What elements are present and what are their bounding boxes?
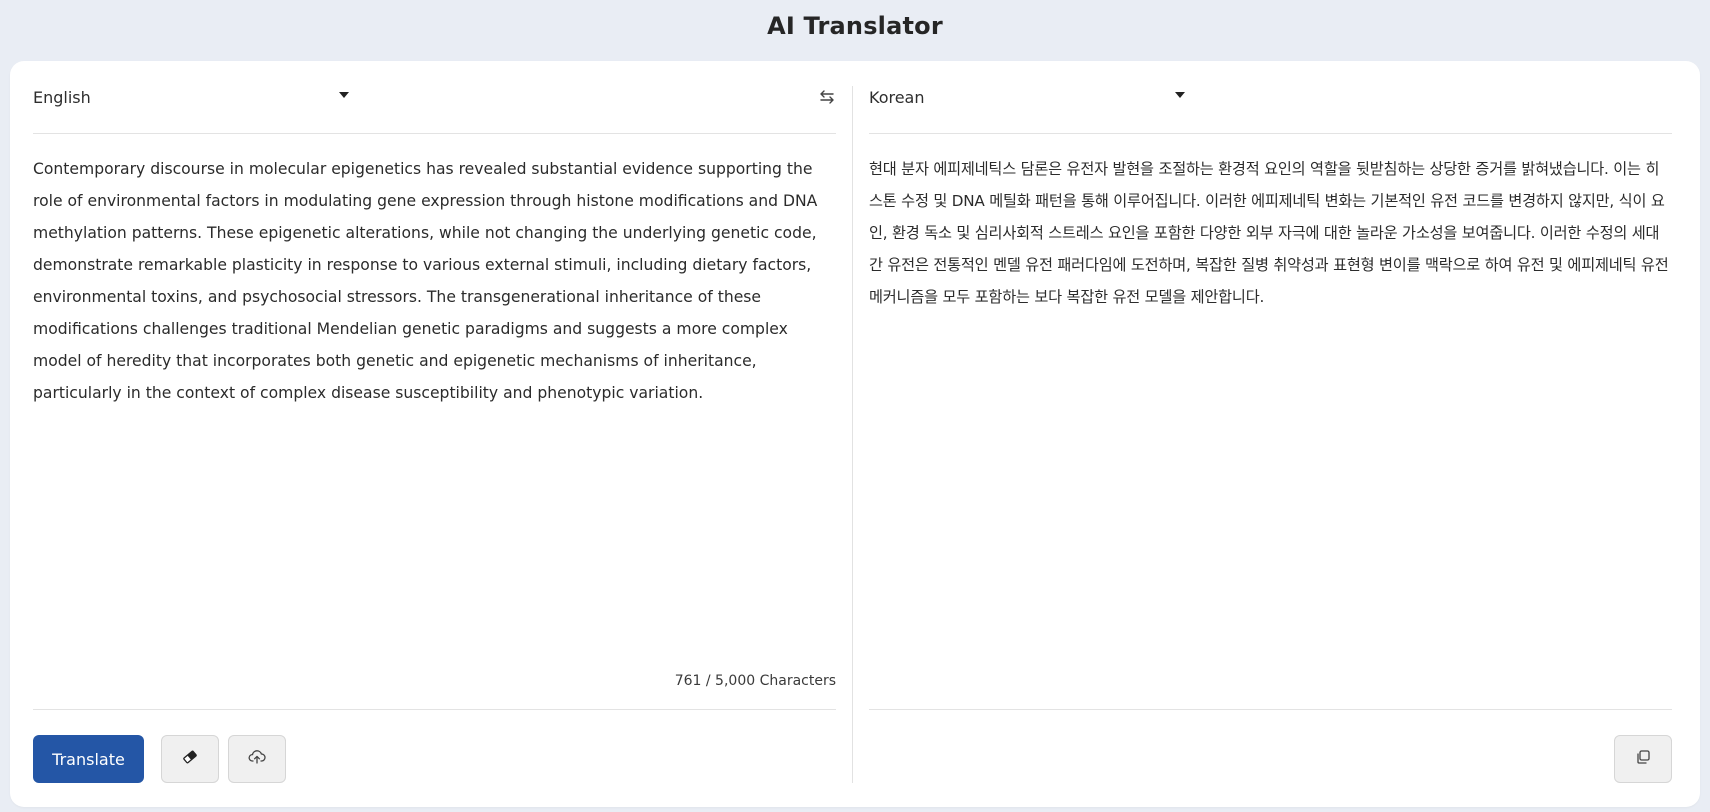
target-language-select[interactable]: Korean — [869, 80, 1199, 118]
eraser-icon — [182, 749, 198, 769]
character-count: 761 / 5,000 Characters — [674, 673, 836, 689]
chevron-down-icon — [339, 92, 349, 98]
cloud-upload-icon — [248, 749, 266, 769]
source-header-divider — [33, 133, 836, 134]
target-language-row: Korean — [869, 80, 1672, 118]
source-pane: English Contemporary discourse in molecu… — [33, 61, 836, 807]
chevron-down-icon — [1175, 92, 1185, 98]
target-header-divider — [869, 133, 1672, 134]
target-language-label: Korean — [869, 88, 925, 107]
source-text-area[interactable]: Contemporary discourse in molecular epig… — [33, 153, 836, 409]
source-language-row: English — [33, 80, 836, 118]
page-title: AI Translator — [767, 12, 943, 40]
copy-icon — [1635, 749, 1651, 769]
source-language-select[interactable]: English — [33, 80, 363, 118]
upload-button[interactable] — [228, 735, 286, 783]
copy-button[interactable] — [1614, 735, 1672, 783]
translated-text: 현대 분자 에피제네틱스 담론은 유전자 발현을 조절하는 환경적 요인의 역할… — [869, 160, 1669, 306]
source-language-label: English — [33, 88, 91, 107]
translator-card: English Contemporary discourse in molecu… — [10, 61, 1700, 807]
translate-button[interactable]: Translate — [33, 735, 144, 783]
target-footer-divider — [869, 709, 1672, 710]
swap-arrows-icon[interactable] — [818, 88, 836, 106]
target-pane: Korean 현대 분자 에피제네틱스 담론은 유전자 발현을 조절하는 환경적… — [869, 61, 1672, 807]
pane-divider — [852, 86, 853, 783]
clear-button[interactable] — [161, 735, 219, 783]
source-footer-divider — [33, 709, 836, 710]
